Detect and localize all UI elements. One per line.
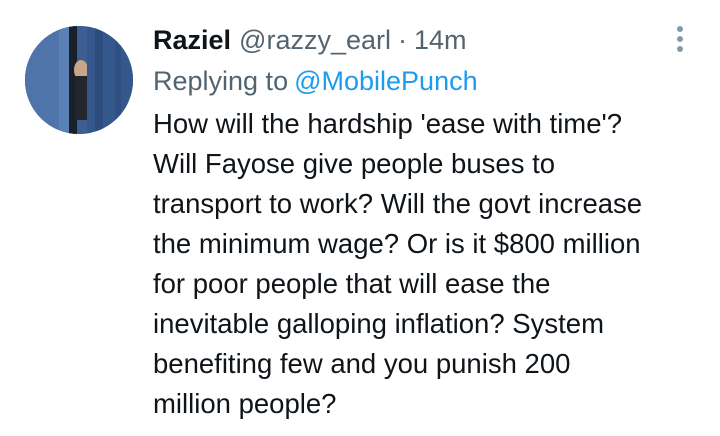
tweet-text-line: transport to work? Will the govt increas… (153, 188, 643, 219)
separator-dot: · (398, 25, 408, 55)
timestamp[interactable]: 14m (414, 22, 467, 58)
tweet-text-line: How will the hardship 'ease with time'? (153, 108, 623, 139)
tweet-header: Raziel @razzy_earl · 14m (153, 22, 467, 58)
replying-to-mention[interactable]: @MobilePunch (294, 66, 478, 96)
tweet-text-line: inevitable galloping inflation? System (153, 308, 604, 339)
tweet-text: How will the hardship 'ease with time'? … (153, 104, 708, 424)
tweet[interactable]: Raziel @razzy_earl · 14m Replying to @Mob… (0, 0, 720, 436)
vertical-ellipsis-icon (677, 36, 683, 42)
author-display-name[interactable]: Raziel (153, 22, 231, 58)
tweet-text-line: the minimum wage? Or is it $800 million (153, 228, 641, 259)
avatar[interactable] (25, 26, 133, 134)
vertical-ellipsis-icon (677, 26, 683, 32)
replying-to: Replying to @MobilePunch (153, 63, 478, 99)
tweet-text-line: benefiting few and you punish 200 (153, 348, 571, 379)
tweet-text-line: Will Fayose give people buses to (153, 148, 556, 179)
more-options-button[interactable] (668, 24, 692, 54)
avatar-image (25, 26, 133, 134)
tweet-text-line: million people? (153, 388, 337, 419)
vertical-ellipsis-icon (677, 46, 683, 52)
author-handle[interactable]: @razzy_earl (239, 22, 391, 58)
tweet-text-line: for poor people that will ease the (153, 268, 551, 299)
replying-to-label: Replying to (153, 66, 289, 96)
